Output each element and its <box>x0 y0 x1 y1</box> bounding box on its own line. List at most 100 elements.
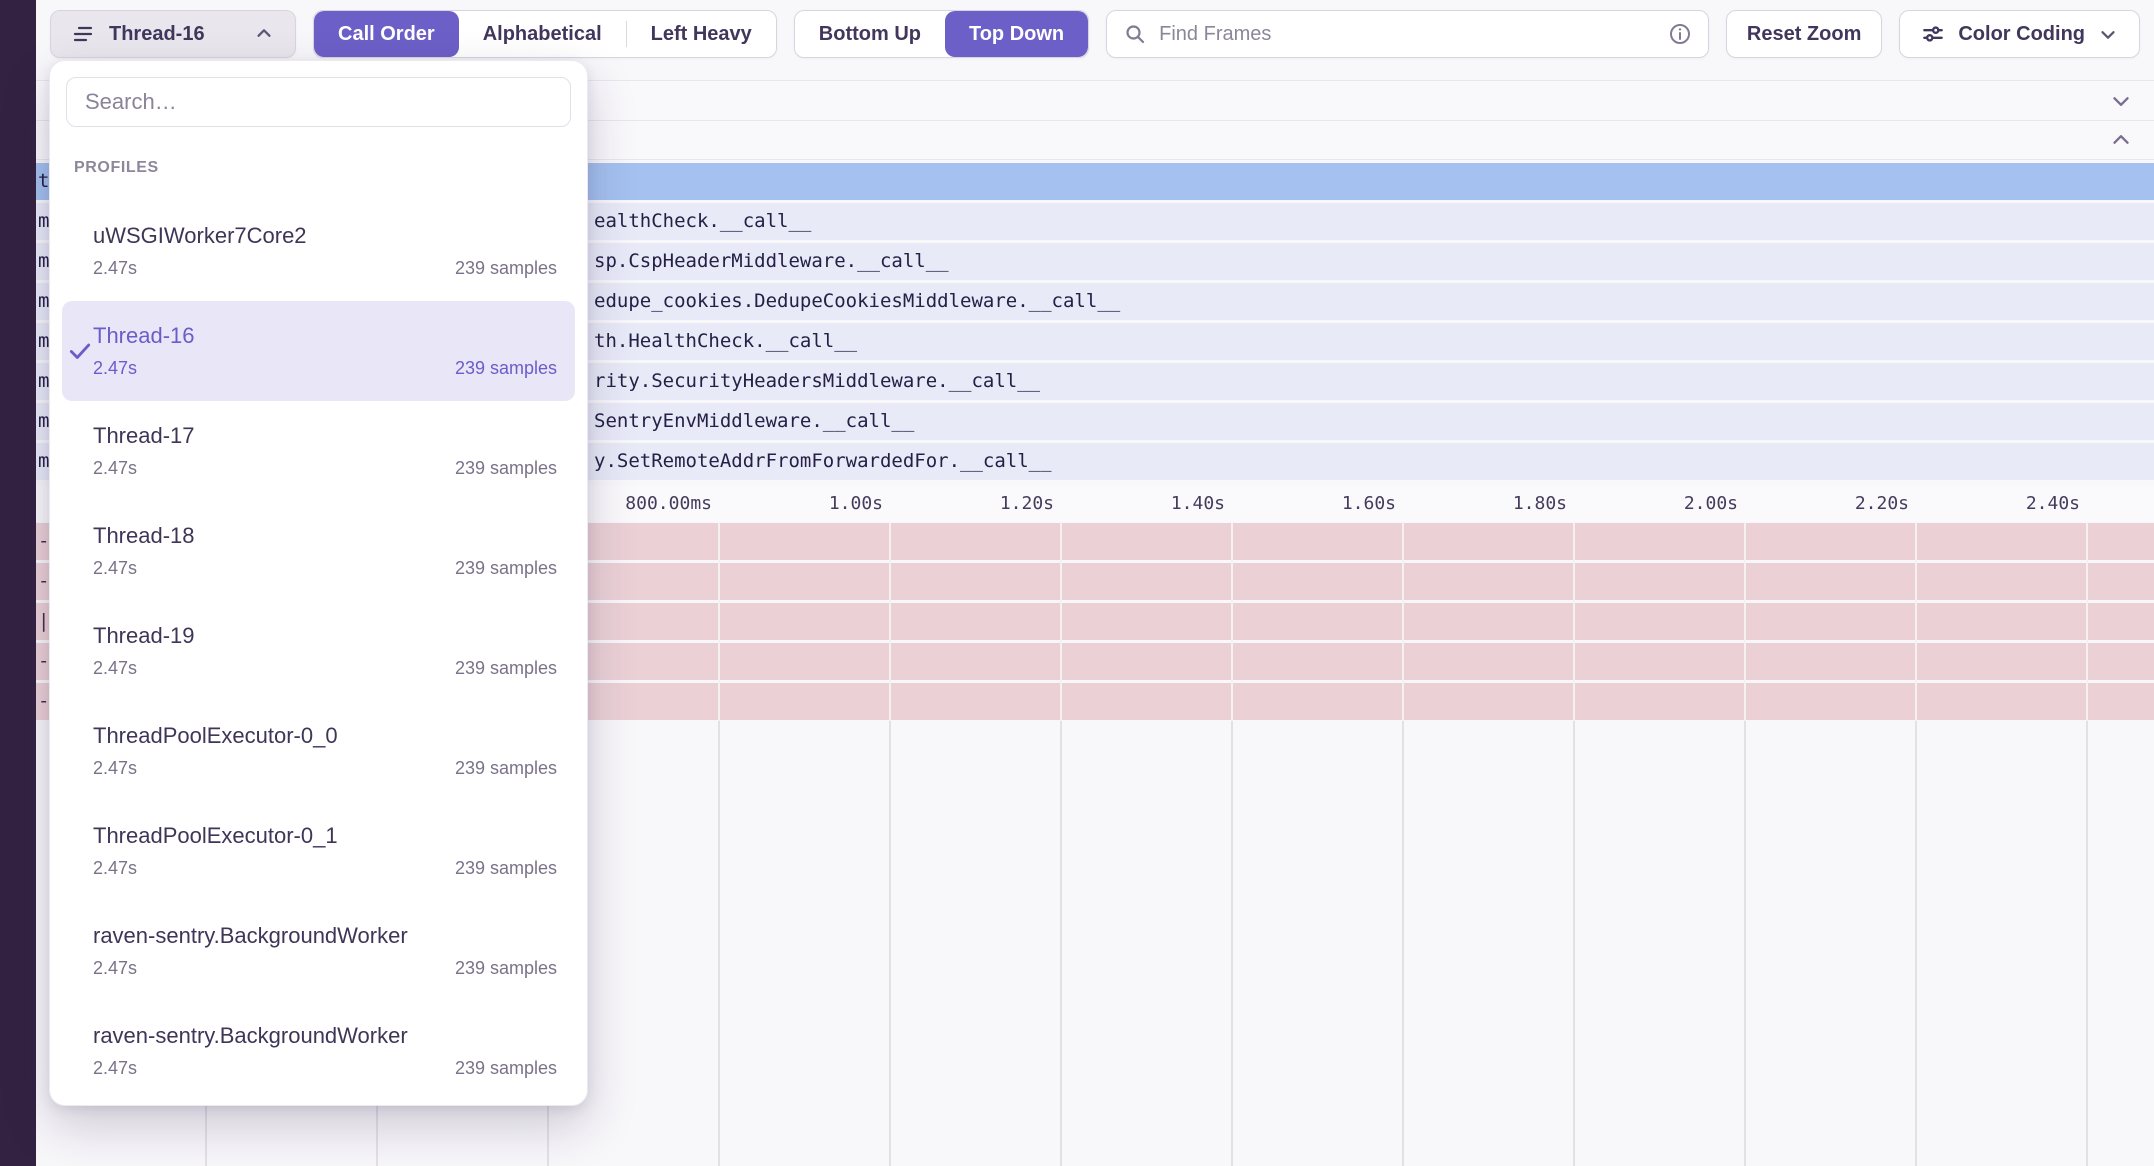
minimap-text-fragment: - <box>38 643 49 680</box>
frame-text-fragment: t <box>38 163 49 200</box>
frame-label: rity.SecurityHeadersMiddleware.__call__ <box>594 363 1040 400</box>
profile-meta: 2.47s239 samples <box>93 358 557 379</box>
profile-name: ThreadPoolExecutor-0_1 <box>93 823 557 849</box>
profile-option-ThreadPoolExecutor-0_0[interactable]: ThreadPoolExecutor-0_0 2.47s239 samples <box>62 701 575 801</box>
color-coding-label: Color Coding <box>1958 23 2085 46</box>
find-frames-input[interactable] <box>1159 23 1656 46</box>
profile-duration: 2.47s <box>93 1058 137 1079</box>
chevron-down-icon[interactable] <box>2108 88 2134 114</box>
find-frames-field[interactable] <box>1106 10 1709 58</box>
profile-option-Thread-17[interactable]: Thread-17 2.47s239 samples <box>62 401 575 501</box>
profile-name: Thread-19 <box>93 623 557 649</box>
profile-name: Thread-16 <box>93 323 557 349</box>
profile-option-content: uWSGIWorker7Core22.47s239 samples <box>93 223 557 279</box>
profile-meta: 2.47s239 samples <box>93 958 557 979</box>
profile-option-content: ThreadPoolExecutor-0_0 2.47s239 samples <box>93 723 557 779</box>
color-coding-button[interactable]: Color Coding <box>1899 10 2140 58</box>
profile-name: Thread-18 <box>93 523 557 549</box>
profile-meta: 2.47s 239 samples <box>93 258 557 279</box>
profile-option-Thread-18[interactable]: Thread-18 2.47s 239 samples <box>62 501 575 601</box>
axis-tick-label: 2.40s <box>1928 486 2080 522</box>
axis-tick-label: 1.40s <box>1073 486 1225 522</box>
profile-samples: 239 samples <box>455 258 557 279</box>
profile-meta: 2.47s 239 samples <box>93 1058 557 1079</box>
profile-option-content: Thread-17 2.47s239 samples <box>93 423 557 479</box>
frame-label: SentryEnvMiddleware.__call__ <box>594 403 914 440</box>
profile-samples: 239 samples <box>455 1058 557 1079</box>
axis-tick-label: 2.00s <box>1586 486 1738 522</box>
frame-text-fragment: m <box>38 203 49 240</box>
segment-alphabetical[interactable]: Alphabetical <box>459 11 626 57</box>
profiling-flamegraph-app: Thread-16 Call OrderAlphabeticalLeft Hea… <box>0 0 2154 1166</box>
thread-selector-button[interactable]: Thread-16 <box>50 10 296 58</box>
search-icon <box>1123 22 1147 46</box>
profile-meta: 2.47s 239 samples <box>93 658 557 679</box>
gridline-pink-overlay <box>889 522 891 721</box>
minimap-text-fragment: - <box>38 683 49 720</box>
gridline-pink-overlay <box>718 522 720 721</box>
profile-duration: 2.47s <box>93 858 137 879</box>
frame-text-fragment: m <box>38 403 49 440</box>
list-icon <box>71 22 95 46</box>
profile-option-ThreadPoolExecutor-0_1[interactable]: ThreadPoolExecutor-0_1 2.47s239 samples <box>62 801 575 901</box>
sliders-icon <box>1920 21 1946 47</box>
profile-meta: 2.47s239 samples <box>93 758 557 779</box>
gridline-pink-overlay <box>1915 522 1917 721</box>
profile-meta: 2.47s239 samples <box>93 858 557 879</box>
minimap-text-fragment: - <box>38 563 49 600</box>
chevron-down-icon <box>2097 23 2119 45</box>
profile-duration: 2.47s <box>93 958 137 979</box>
segment-left-heavy[interactable]: Left Heavy <box>627 11 776 57</box>
chevron-up-icon[interactable] <box>2108 127 2134 153</box>
profile-name: ThreadPoolExecutor-0_0 <box>93 723 557 749</box>
reset-zoom-label: Reset Zoom <box>1747 23 1861 46</box>
profile-meta: 2.47s 239 samples <box>93 558 557 579</box>
profile-duration: 2.47s <box>93 758 137 779</box>
profile-option-content: ThreadPoolExecutor-0_1 2.47s239 samples <box>93 823 557 879</box>
gridline-pink-overlay <box>1573 522 1575 721</box>
reset-zoom-button[interactable]: Reset Zoom <box>1726 10 1882 58</box>
profile-samples: 239 samples <box>455 458 557 479</box>
frame-label: sp.CspHeaderMiddleware.__call__ <box>594 243 949 280</box>
segment-top-down[interactable]: Top Down <box>945 11 1088 57</box>
gridline-pink-overlay <box>1402 522 1404 721</box>
flamegraph-toolbar: Thread-16 Call OrderAlphabeticalLeft Hea… <box>50 10 2140 58</box>
gridline-pink-overlay <box>1744 522 1746 721</box>
frame-label: edupe_cookies.DedupeCookiesMiddleware.__… <box>594 283 1120 320</box>
profile-name: Thread-17 <box>93 423 557 449</box>
profile-option-content: Thread-19 2.47s 239 samples <box>93 623 557 679</box>
profile-option-uWSGIWorker7Core2[interactable]: uWSGIWorker7Core22.47s239 samples <box>62 201 575 301</box>
frame-text-fragment: m <box>38 363 49 400</box>
frame-text-fragment: m <box>38 243 49 280</box>
checkmark-icon <box>62 338 93 364</box>
profile-duration: 2.47s <box>93 658 137 679</box>
profile-option-raven-sentry.BackgroundWorker[interactable]: raven-sentry.BackgroundWorker 2.47s239 sa… <box>62 901 575 1001</box>
gridline-pink-overlay <box>2086 522 2088 721</box>
gridline-pink-overlay <box>1231 522 1233 721</box>
minimap-text-fragment: - <box>38 523 49 560</box>
thread-dropdown-panel: PROFILES uWSGIWorker7Core22.47s239 sampl… <box>49 60 588 1106</box>
profile-meta: 2.47s239 samples <box>93 458 557 479</box>
thread-selector-label: Thread-16 <box>109 23 241 46</box>
profile-option-content: raven-sentry.BackgroundWorker 2.47s239 sa… <box>93 923 557 979</box>
profile-samples: 239 samples <box>455 358 557 379</box>
profile-option-Thread-16[interactable]: Thread-16 2.47s239 samples <box>62 301 575 401</box>
segment-call-order[interactable]: Call Order <box>314 11 459 57</box>
profile-option-Thread-19[interactable]: Thread-19 2.47s 239 samples <box>62 601 575 701</box>
axis-tick-label: 1.20s <box>902 486 1054 522</box>
gridline-pink-overlay <box>1060 522 1062 721</box>
profile-samples: 239 samples <box>455 558 557 579</box>
frame-text-fragment: m <box>38 283 49 320</box>
profile-name: raven-sentry.BackgroundWorker <box>93 1023 557 1049</box>
info-icon[interactable] <box>1668 22 1692 46</box>
segment-bottom-up[interactable]: Bottom Up <box>795 11 945 57</box>
thread-search-input[interactable] <box>66 77 571 127</box>
profile-samples: 239 samples <box>455 658 557 679</box>
frame-label: th.HealthCheck.__call__ <box>594 323 857 360</box>
axis-tick-label: 2.20s <box>1757 486 1909 522</box>
profile-name: raven-sentry.BackgroundWorker <box>93 923 557 949</box>
profile-duration: 2.47s <box>93 558 137 579</box>
profiles-section-label: PROFILES <box>74 159 587 177</box>
profile-duration: 2.47s <box>93 258 137 279</box>
profile-option-raven-sentry.BackgroundWorker[interactable]: raven-sentry.BackgroundWorker 2.47s 239 sa… <box>62 1001 575 1101</box>
